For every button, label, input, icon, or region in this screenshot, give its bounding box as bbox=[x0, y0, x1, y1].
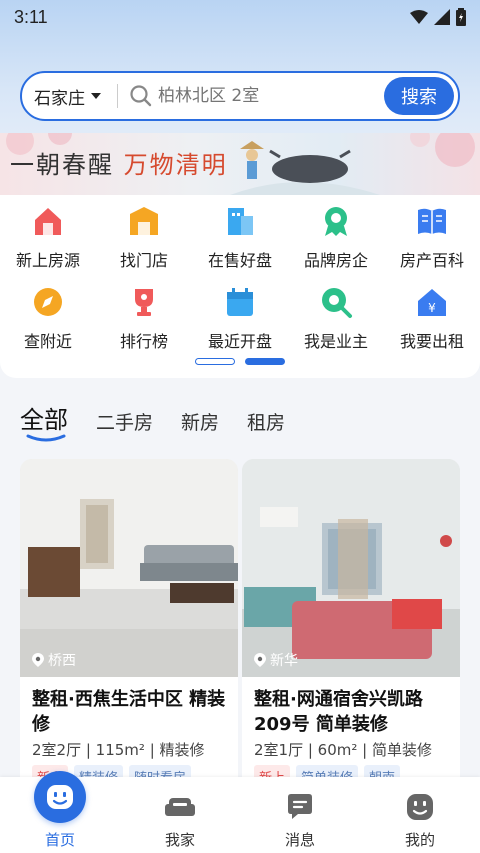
quick-link-find-store[interactable]: 找门店 bbox=[96, 195, 192, 276]
status-bar: 3:11 bbox=[0, 0, 480, 34]
listing-location-label: 新华 bbox=[270, 653, 298, 669]
tab-second-hand[interactable]: 二手房 bbox=[96, 408, 153, 435]
listing-location: 桥西 bbox=[32, 650, 76, 670]
badge-icon bbox=[318, 203, 354, 239]
svg-text:¥: ¥ bbox=[428, 301, 436, 315]
home-face-icon[interactable] bbox=[34, 771, 86, 823]
search-button[interactable]: 搜索 bbox=[384, 77, 454, 115]
sofa-icon bbox=[164, 791, 196, 823]
listing-meta: 2室1厅 | 60m² | 简单装修 bbox=[254, 741, 432, 759]
listing-photo bbox=[20, 459, 238, 677]
quick-link-label: 品牌房企 bbox=[303, 251, 368, 270]
listing-photo bbox=[242, 459, 460, 677]
quick-link-rent-out[interactable]: ¥ 我要出租 bbox=[384, 276, 480, 357]
store-icon bbox=[126, 203, 162, 239]
banner-text-main: 一朝春醒 bbox=[10, 151, 114, 179]
promo-banner[interactable]: 一朝春醒 万物清明 bbox=[0, 133, 480, 195]
search-divider bbox=[117, 84, 118, 108]
banner-title: 一朝春醒 万物清明 bbox=[10, 145, 228, 180]
book-icon bbox=[414, 203, 450, 239]
battery-icon bbox=[456, 8, 466, 26]
status-icons bbox=[410, 8, 466, 26]
profile-face-icon bbox=[404, 791, 436, 823]
search-icon bbox=[130, 85, 152, 107]
quick-link-label: 新上房源 bbox=[15, 251, 80, 270]
city-label: 石家庄 bbox=[34, 88, 85, 109]
tab-rentals[interactable]: 租房 bbox=[247, 408, 285, 435]
quick-link-new-listings[interactable]: 新上房源 bbox=[0, 195, 96, 276]
rent-icon: ¥ bbox=[414, 284, 450, 320]
nav-my-home[interactable]: 我家 bbox=[120, 777, 240, 853]
quick-link-label: 排行榜 bbox=[119, 332, 168, 351]
quick-link-recent-openings[interactable]: 最近开盘 bbox=[192, 276, 288, 357]
quick-link-label: 我要出租 bbox=[399, 332, 464, 351]
location-pin-icon bbox=[32, 653, 44, 667]
trophy-icon bbox=[126, 284, 162, 320]
city-selector[interactable]: 石家庄 bbox=[22, 84, 117, 109]
tab-label: 全部 bbox=[20, 406, 68, 434]
owner-search-icon bbox=[318, 284, 354, 320]
quick-links-pager bbox=[0, 358, 480, 365]
pager-dot-active[interactable] bbox=[245, 358, 285, 365]
nav-label: 消息 bbox=[284, 831, 315, 849]
caret-down-icon bbox=[91, 93, 101, 99]
banner-text-highlight: 万物清明 bbox=[123, 151, 228, 179]
location-pin-icon bbox=[254, 653, 266, 667]
quick-link-label: 最近开盘 bbox=[207, 332, 272, 351]
tab-label: 二手房 bbox=[96, 412, 154, 434]
compass-icon bbox=[30, 284, 66, 320]
wifi-icon bbox=[410, 10, 428, 24]
listing-card[interactable]: 桥西 整租·西焦生活中区 精装修 2室2厅 | 115m² | 精装修 新上 精… bbox=[20, 459, 238, 789]
building-icon bbox=[222, 203, 258, 239]
tab-label: 租房 bbox=[247, 412, 286, 434]
search-input[interactable] bbox=[152, 76, 384, 116]
tab-label: 新房 bbox=[181, 412, 220, 434]
listing-meta: 2室2厅 | 115m² | 精装修 bbox=[32, 741, 205, 759]
nav-label: 我家 bbox=[164, 831, 195, 849]
quick-link-label: 查附近 bbox=[23, 332, 72, 351]
search-bar: 石家庄 搜索 bbox=[20, 71, 460, 121]
calendar-icon bbox=[222, 284, 258, 320]
quick-link-on-sale[interactable]: 在售好盘 bbox=[192, 195, 288, 276]
listing-tabs: 全部 二手房 新房 租房 bbox=[20, 400, 285, 442]
listing-location-label: 桥西 bbox=[48, 653, 76, 669]
quick-links-grid: 新上房源 找门店 在售好盘 品牌房企 房产百科 查附近 排行榜 最近开盘 我是业… bbox=[0, 195, 480, 357]
signal-icon bbox=[434, 9, 450, 25]
quick-links-panel: 新上房源 找门店 在售好盘 品牌房企 房产百科 查附近 排行榜 最近开盘 我是业… bbox=[0, 195, 480, 378]
new-house-icon bbox=[30, 203, 66, 239]
quick-link-label: 房产百科 bbox=[399, 251, 464, 270]
tab-active-indicator bbox=[26, 434, 66, 442]
pager-dot[interactable] bbox=[195, 358, 235, 365]
nav-label: 我的 bbox=[404, 831, 435, 849]
quick-link-owner[interactable]: 我是业主 bbox=[288, 276, 384, 357]
listing-title: 整租·西焦生活中区 精装修 bbox=[32, 689, 226, 735]
quick-link-label: 找门店 bbox=[119, 251, 168, 270]
message-icon bbox=[284, 791, 316, 823]
status-time: 3:11 bbox=[14, 6, 48, 27]
quick-link-label: 我是业主 bbox=[303, 332, 368, 351]
quick-link-encyclopedia[interactable]: 房产百科 bbox=[384, 195, 480, 276]
nav-messages[interactable]: 消息 bbox=[240, 777, 360, 853]
quick-link-nearby[interactable]: 查附近 bbox=[0, 276, 96, 357]
listing-card[interactable]: 新华 整租·网通宿舍兴凯路209号 简单装修 2室1厅 | 60m² | 简单装… bbox=[242, 459, 460, 789]
quick-link-brand-developers[interactable]: 品牌房企 bbox=[288, 195, 384, 276]
listing-location: 新华 bbox=[254, 650, 298, 670]
listing-title: 整租·网通宿舍兴凯路209号 简单装修 bbox=[254, 689, 423, 735]
tab-all[interactable]: 全部 bbox=[20, 400, 68, 442]
quick-link-ranking[interactable]: 排行榜 bbox=[96, 276, 192, 357]
nav-label: 首页 bbox=[44, 831, 75, 849]
tab-new-homes[interactable]: 新房 bbox=[181, 408, 219, 435]
nav-profile[interactable]: 我的 bbox=[360, 777, 480, 853]
quick-link-label: 在售好盘 bbox=[207, 251, 272, 270]
